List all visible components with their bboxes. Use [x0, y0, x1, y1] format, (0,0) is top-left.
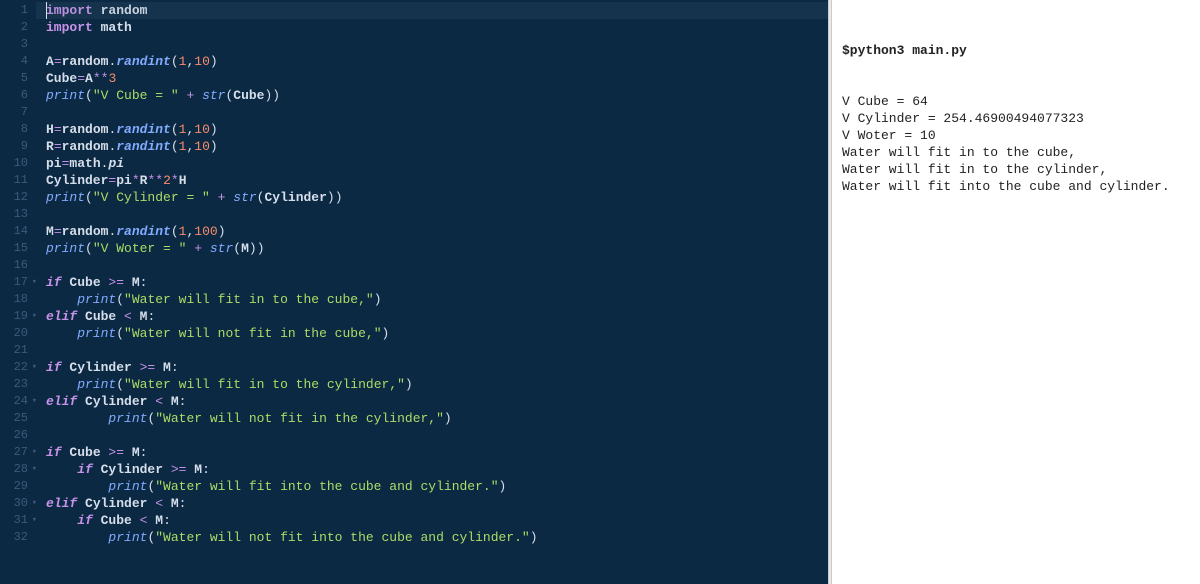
code-line[interactable] — [46, 257, 828, 274]
line-number: 10 — [0, 155, 28, 172]
line-number: 12 — [0, 189, 28, 206]
line-number-gutter: 1234567891011121314151617181920212223242… — [0, 0, 36, 584]
code-line[interactable]: print("Water will not fit in the cube,") — [46, 325, 828, 342]
line-number: 9 — [0, 138, 28, 155]
line-number: 11 — [0, 172, 28, 189]
code-line[interactable]: H=random.randint(1,10) — [46, 121, 828, 138]
code-line[interactable] — [46, 104, 828, 121]
line-number: 32 — [0, 529, 28, 546]
code-line[interactable]: elif Cylinder < M: — [46, 393, 828, 410]
line-number: 22 — [0, 359, 28, 376]
code-line[interactable]: if Cube < M: — [46, 512, 828, 529]
text-cursor — [46, 2, 47, 19]
line-number: 26 — [0, 427, 28, 444]
code-line[interactable]: print("V Cube = " + str(Cube)) — [46, 87, 828, 104]
line-number: 6 — [0, 87, 28, 104]
line-number: 23 — [0, 376, 28, 393]
line-number: 15 — [0, 240, 28, 257]
code-line[interactable] — [46, 36, 828, 53]
code-line[interactable]: Cylinder=pi*R**2*H — [46, 172, 828, 189]
line-number: 2 — [0, 19, 28, 36]
line-number: 28 — [0, 461, 28, 478]
line-number: 5 — [0, 70, 28, 87]
code-line[interactable]: if Cylinder >= M: — [46, 359, 828, 376]
line-number: 7 — [0, 104, 28, 121]
code-line[interactable]: print("V Woter = " + str(M)) — [46, 240, 828, 257]
terminal-output: V Cube = 64 V Cylinder = 254.46900494077… — [842, 93, 1190, 195]
code-line[interactable]: if Cylinder >= M: — [46, 461, 828, 478]
editor-pane[interactable]: 1234567891011121314151617181920212223242… — [0, 0, 828, 584]
code-line[interactable]: Cube=A**3 — [46, 70, 828, 87]
code-line[interactable]: print("Water will not fit in the cylinde… — [46, 410, 828, 427]
line-number: 30 — [0, 495, 28, 512]
line-number: 14 — [0, 223, 28, 240]
code-line[interactable]: if Cube >= M: — [46, 444, 828, 461]
line-number: 31 — [0, 512, 28, 529]
line-number: 18 — [0, 291, 28, 308]
code-area[interactable]: import randomimport math A=random.randint… — [36, 0, 828, 584]
code-line[interactable] — [46, 342, 828, 359]
code-line[interactable]: if Cube >= M: — [46, 274, 828, 291]
code-line[interactable] — [46, 427, 828, 444]
line-number: 21 — [0, 342, 28, 359]
code-line[interactable] — [46, 206, 828, 223]
code-line[interactable]: print("Water will not fit into the cube … — [46, 529, 828, 546]
line-number: 3 — [0, 36, 28, 53]
line-number: 20 — [0, 325, 28, 342]
code-line[interactable]: M=random.randint(1,100) — [46, 223, 828, 240]
line-number: 1 — [0, 2, 28, 19]
line-number: 27 — [0, 444, 28, 461]
code-line[interactable]: import math — [46, 19, 828, 36]
code-line[interactable]: R=random.randint(1,10) — [46, 138, 828, 155]
code-line[interactable]: pi=math.pi — [46, 155, 828, 172]
code-line[interactable]: A=random.randint(1,10) — [46, 53, 828, 70]
line-number: 16 — [0, 257, 28, 274]
line-number: 24 — [0, 393, 28, 410]
line-number: 4 — [0, 53, 28, 70]
line-number: 13 — [0, 206, 28, 223]
line-number: 19 — [0, 308, 28, 325]
line-number: 25 — [0, 410, 28, 427]
line-number: 29 — [0, 478, 28, 495]
code-line[interactable]: import random — [46, 2, 828, 19]
output-pane[interactable]: $python3 main.py V Cube = 64 V Cylinder … — [832, 0, 1200, 584]
line-number: 8 — [0, 121, 28, 138]
terminal-command: $python3 main.py — [842, 42, 1190, 59]
code-line[interactable]: print("V Cylinder = " + str(Cylinder)) — [46, 189, 828, 206]
code-line[interactable]: elif Cube < M: — [46, 308, 828, 325]
line-number: 17 — [0, 274, 28, 291]
code-line[interactable]: print("Water will fit in to the cube,") — [46, 291, 828, 308]
code-line[interactable]: elif Cylinder < M: — [46, 495, 828, 512]
code-line[interactable]: print("Water will fit in to the cylinder… — [46, 376, 828, 393]
code-line[interactable]: print("Water will fit into the cube and … — [46, 478, 828, 495]
